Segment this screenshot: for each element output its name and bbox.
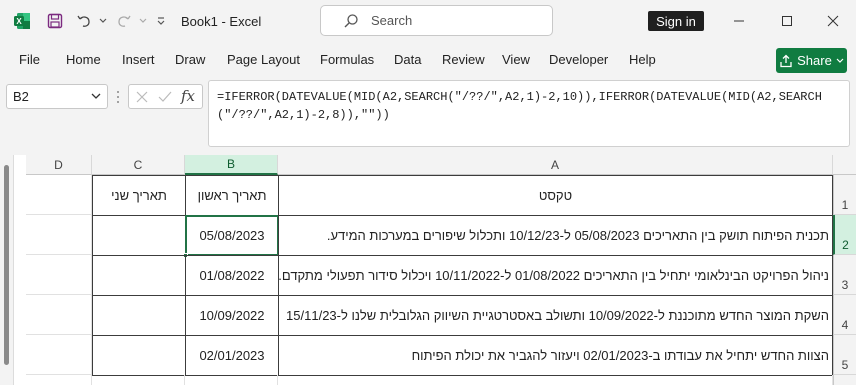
excel-logo-icon: X <box>8 0 36 42</box>
tab-page-layout[interactable]: Page Layout <box>227 42 300 78</box>
cell-b1[interactable]: תאריך ראשון <box>185 175 279 216</box>
search-placeholder: Search <box>371 13 413 28</box>
cell-c6[interactable] <box>92 375 185 385</box>
undo-dropdown-icon[interactable] <box>96 0 110 42</box>
cell-b3[interactable]: 01/08/2022 <box>185 255 279 296</box>
search-box[interactable]: Search <box>320 5 553 36</box>
tab-view[interactable]: View <box>502 42 530 78</box>
column-header-d[interactable]: D <box>26 155 92 175</box>
cancel-icon[interactable] <box>134 89 150 110</box>
sign-in-button[interactable]: Sign in <box>648 11 704 31</box>
tab-file[interactable]: File <box>19 42 40 78</box>
cell-c4[interactable] <box>92 295 186 336</box>
cell-d4[interactable] <box>26 295 92 335</box>
tab-home[interactable]: Home <box>66 42 101 78</box>
cell-b4[interactable]: 10/09/2022 <box>185 295 279 336</box>
cell-a3[interactable]: ניהול הפרויקט הבינלאומי יתחיל בין התאריכ… <box>278 255 833 296</box>
scroll-thumb[interactable] <box>4 165 9 365</box>
column-header-c[interactable]: C <box>92 155 185 175</box>
tab-review[interactable]: Review <box>442 42 485 78</box>
select-all-corner[interactable] <box>833 155 856 175</box>
cell-d2[interactable] <box>26 215 92 255</box>
cell-a2[interactable]: תכנית הפיתוח תושק בין התאריכים 05/08/202… <box>278 215 833 256</box>
column-header-b[interactable]: B <box>185 155 278 175</box>
tab-insert[interactable]: Insert <box>122 42 155 78</box>
redo-icon[interactable] <box>112 0 136 42</box>
cell-d6[interactable] <box>26 375 92 385</box>
cell-b6[interactable] <box>185 375 278 385</box>
document-title: Book1 - Excel <box>181 13 262 29</box>
tab-draw[interactable]: Draw <box>175 42 205 78</box>
minimize-icon[interactable] <box>724 0 754 42</box>
cell-b5[interactable]: 02/01/2023 <box>185 335 279 376</box>
title-bar: X Book1 - Excel Search Sign in <box>0 0 856 42</box>
formula-input[interactable]: =IFERROR(DATEVALUE(MID(A2,SEARCH("/??/",… <box>208 80 850 147</box>
restore-icon[interactable] <box>772 0 802 42</box>
cell-d3[interactable] <box>26 255 92 295</box>
close-icon[interactable] <box>818 0 848 42</box>
tab-developer[interactable]: Developer <box>549 42 608 78</box>
ribbon-tabs: File Home Insert Draw Page Layout Formul… <box>0 42 856 78</box>
share-button[interactable]: Share <box>776 48 847 73</box>
name-box[interactable]: B2 <box>6 84 108 109</box>
share-icon <box>779 54 793 68</box>
formula-controls: fx <box>128 84 203 109</box>
insert-function-icon[interactable]: fx <box>181 87 195 105</box>
cell-a6[interactable] <box>278 375 833 385</box>
customize-quick-access-icon[interactable] <box>152 0 170 42</box>
row-header-4[interactable]: 4 <box>833 295 856 335</box>
cell-a4[interactable]: השקת המוצר החדש מתוכננת ל-10/09/2022 ותש… <box>278 295 833 336</box>
svg-text:X: X <box>16 17 22 26</box>
row-header-3[interactable]: 3 <box>833 255 856 295</box>
name-box-value: B2 <box>13 89 29 104</box>
cell-b2-selected[interactable]: 05/08/2023 <box>185 215 279 256</box>
undo-icon[interactable] <box>72 0 96 42</box>
cell-c3[interactable] <box>92 255 186 296</box>
search-icon <box>343 13 359 29</box>
tab-data[interactable]: Data <box>394 42 421 78</box>
horizontal-scrollbar-edge[interactable] <box>0 155 14 385</box>
share-label: Share <box>797 53 832 68</box>
formula-bar-grip-icon[interactable] <box>115 88 121 106</box>
tab-help[interactable]: Help <box>629 42 656 78</box>
row-header-2[interactable]: 2 <box>833 215 856 255</box>
save-icon[interactable] <box>42 0 68 42</box>
cell-c1[interactable]: תאריך שני <box>92 175 186 216</box>
chevron-down-icon[interactable] <box>91 93 101 100</box>
enter-check-icon[interactable] <box>157 89 173 110</box>
cell-d1[interactable] <box>26 175 92 215</box>
row-header-1[interactable]: 1 <box>833 175 856 215</box>
chevron-down-icon <box>836 58 844 64</box>
column-header-a[interactable]: A <box>278 155 833 175</box>
cell-c5[interactable] <box>92 335 186 376</box>
tab-formulas[interactable]: Formulas <box>320 42 374 78</box>
row-header-5[interactable]: 5 <box>833 335 856 375</box>
cell-c2[interactable] <box>92 215 186 256</box>
cell-d5[interactable] <box>26 335 92 375</box>
redo-dropdown-icon[interactable] <box>136 0 150 42</box>
row-header-6[interactable] <box>833 375 856 385</box>
cell-a1[interactable]: טקסט <box>278 175 833 216</box>
cell-a5[interactable]: הצוות החדש יתחיל את עבודתו ב-02/01/2023 … <box>278 335 833 376</box>
